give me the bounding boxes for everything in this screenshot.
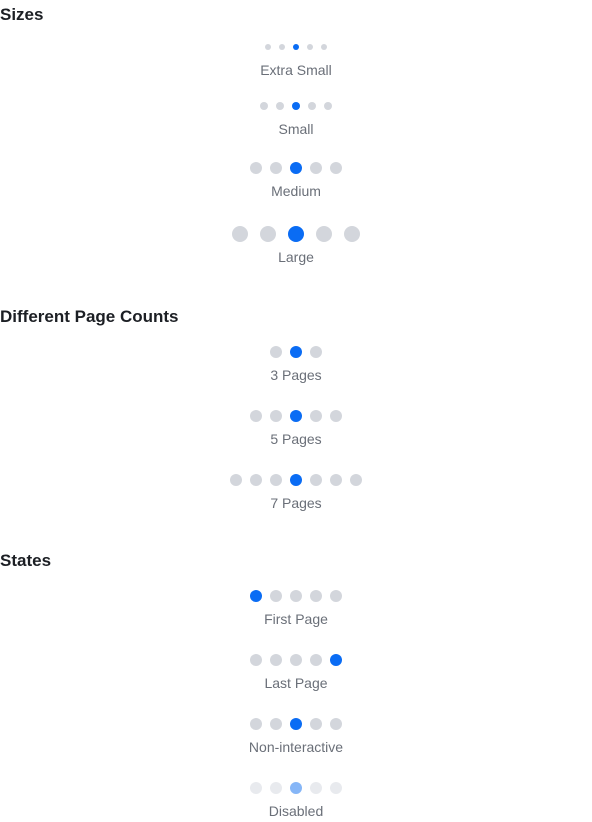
pagination-dots — [0, 343, 592, 361]
page-dot-active[interactable] — [290, 474, 302, 486]
pagination-dots — [0, 407, 592, 425]
page-dot[interactable] — [310, 162, 322, 174]
page-dot[interactable] — [276, 102, 284, 110]
example-caption: Last Page — [264, 675, 328, 691]
page-dot[interactable] — [316, 226, 332, 242]
pagination-dots — [0, 159, 592, 177]
pagination-dots — [0, 651, 592, 669]
pagination-example-last-page: Last Page — [0, 651, 592, 692]
example-caption: Disabled — [268, 803, 324, 819]
example-caption: 3 Pages — [270, 367, 322, 383]
pagination-dots — [0, 587, 592, 605]
page-dot[interactable] — [270, 410, 282, 422]
page-dot — [270, 718, 282, 730]
page-dot[interactable] — [250, 410, 262, 422]
example-caption: Extra Small — [260, 62, 332, 78]
page-dot[interactable] — [310, 410, 322, 422]
page-dot[interactable] — [265, 44, 271, 50]
page-dot[interactable] — [270, 162, 282, 174]
example-caption: 7 Pages — [270, 495, 322, 511]
page-dot-active[interactable] — [330, 654, 342, 666]
pagination-dots — [0, 97, 592, 115]
example-caption: First Page — [264, 611, 328, 627]
page-dot[interactable] — [230, 474, 242, 486]
page-dot[interactable] — [270, 474, 282, 486]
page-dot[interactable] — [270, 654, 282, 666]
pagination-dots — [0, 38, 592, 56]
page-dot — [330, 718, 342, 730]
page-dot-active — [290, 782, 302, 794]
page-dot[interactable] — [321, 44, 327, 50]
page-dot-active[interactable] — [288, 226, 304, 242]
page-dot[interactable] — [260, 102, 268, 110]
page-dot-active[interactable] — [290, 410, 302, 422]
page-dot-active[interactable] — [290, 346, 302, 358]
page-dot[interactable] — [250, 162, 262, 174]
pagination-dots — [0, 225, 592, 243]
page-dot[interactable] — [270, 346, 282, 358]
example-caption: Non-interactive — [248, 739, 344, 755]
pagination-dots — [0, 471, 592, 489]
section-title-page-counts: Different Page Counts — [0, 307, 179, 326]
pagination-example-small: Small — [0, 97, 592, 138]
page-dot-active[interactable] — [290, 162, 302, 174]
page-dot[interactable] — [330, 590, 342, 602]
page-dot-active[interactable] — [292, 102, 300, 110]
pagination-example-3-pages: 3 Pages — [0, 343, 592, 384]
example-caption: Small — [278, 121, 314, 137]
page-dot[interactable] — [330, 162, 342, 174]
pagination-example-first-page: First Page — [0, 587, 592, 628]
page-dot — [250, 782, 262, 794]
page-dot — [250, 718, 262, 730]
page-dot[interactable] — [344, 226, 360, 242]
pagination-example-medium: Medium — [0, 159, 592, 200]
page-dot[interactable] — [260, 226, 276, 242]
section-title-states: States — [0, 551, 52, 570]
page-dot[interactable] — [330, 410, 342, 422]
page-dot[interactable] — [324, 102, 332, 110]
pagination-example-large: Large — [0, 225, 592, 266]
page-dot-active — [290, 718, 302, 730]
example-caption: Large — [278, 249, 314, 265]
page-dot[interactable] — [290, 654, 302, 666]
page-dot[interactable] — [310, 346, 322, 358]
page-dot[interactable] — [232, 226, 248, 242]
section-title-sizes: Sizes — [0, 5, 44, 24]
page-dot[interactable] — [310, 474, 322, 486]
page-dot — [330, 782, 342, 794]
page-dot — [270, 782, 282, 794]
page-dot[interactable] — [307, 44, 313, 50]
pagination-example-5-pages: 5 Pages — [0, 407, 592, 448]
page-dot[interactable] — [250, 654, 262, 666]
page-dot — [310, 718, 322, 730]
page-dot[interactable] — [310, 654, 322, 666]
pagination-example-7-pages: 7 Pages — [0, 471, 592, 512]
page-dot[interactable] — [330, 474, 342, 486]
pagination-dots — [0, 715, 592, 733]
example-caption: 5 Pages — [270, 431, 322, 447]
page-dot[interactable] — [310, 590, 322, 602]
page-dot[interactable] — [279, 44, 285, 50]
pagination-example-non-interactive: Non-interactive — [0, 715, 592, 756]
page-dot-active[interactable] — [293, 44, 299, 50]
page-dot-active[interactable] — [250, 590, 262, 602]
page-dot — [310, 782, 322, 794]
page-dot[interactable] — [250, 474, 262, 486]
pagination-dots — [0, 779, 592, 797]
page-dot[interactable] — [308, 102, 316, 110]
page-dot[interactable] — [270, 590, 282, 602]
page-dot[interactable] — [350, 474, 362, 486]
pagination-example-disabled: Disabled — [0, 779, 592, 820]
pagination-example-extra-small: Extra Small — [0, 38, 592, 79]
page-dot[interactable] — [290, 590, 302, 602]
example-caption: Medium — [271, 183, 321, 199]
